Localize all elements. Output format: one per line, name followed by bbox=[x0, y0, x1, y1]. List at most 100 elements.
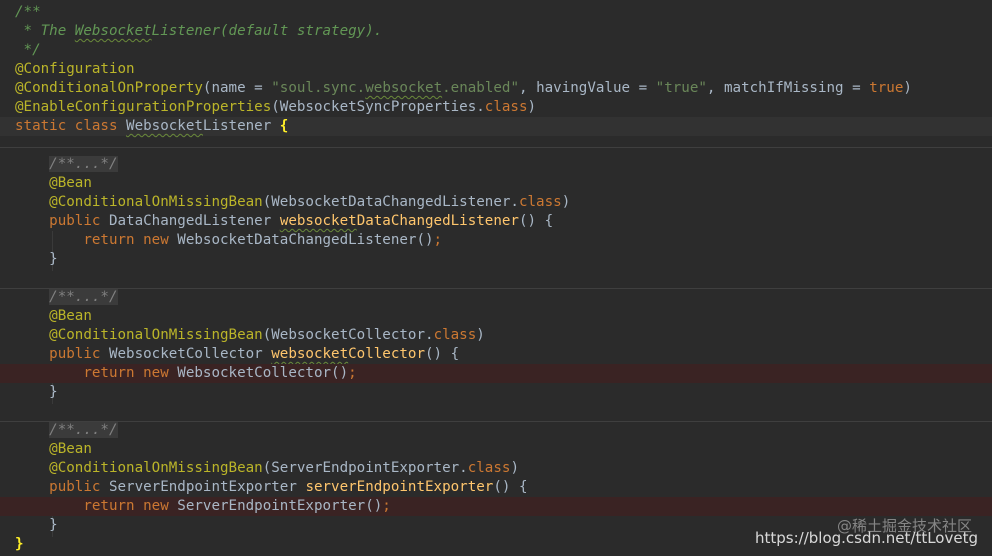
code-line[interactable]: */ bbox=[0, 41, 992, 60]
code-line[interactable]: public ServerEndpointExporter serverEndp… bbox=[0, 478, 992, 497]
code-token: WebsocketDataChangedListener() bbox=[177, 232, 434, 248]
code-token: ; bbox=[433, 232, 443, 248]
code-line[interactable]: return new WebsocketCollector(); bbox=[0, 364, 992, 383]
code-line-text: return new WebsocketCollector(); bbox=[15, 364, 356, 383]
code-line[interactable] bbox=[0, 136, 992, 155]
code-line-text: /**...*/ bbox=[15, 421, 118, 440]
code-line[interactable] bbox=[0, 269, 992, 288]
code-line-text: static class WebsocketListener { bbox=[15, 117, 288, 136]
code-token: true bbox=[869, 80, 904, 96]
code-token: , havingValue = bbox=[518, 80, 656, 96]
code-token: "true" bbox=[655, 80, 707, 96]
code-token: public bbox=[15, 346, 109, 362]
code-token: ServerEndpointExporter bbox=[108, 479, 306, 495]
code-line[interactable]: public WebsocketCollector websocketColle… bbox=[0, 345, 992, 364]
folded-comment[interactable]: /**...*/ bbox=[49, 156, 118, 172]
code-line-text: @ConditionalOnMissingBean(ServerEndpoint… bbox=[15, 459, 519, 478]
code-line[interactable]: /**...*/ bbox=[0, 288, 992, 307]
folded-comment[interactable]: /**...*/ bbox=[49, 289, 118, 305]
code-token: DataChangedListener bbox=[108, 213, 280, 229]
code-token: ; bbox=[382, 498, 391, 514]
code-token: Listener(default strategy). bbox=[151, 23, 383, 39]
code-line[interactable]: public DataChangedListener websocketData… bbox=[0, 212, 992, 231]
code-token: } bbox=[15, 251, 58, 267]
code-token: @ConditionalOnMissingBean bbox=[15, 194, 263, 210]
code-line[interactable]: @Configuration bbox=[0, 60, 992, 79]
code-token: } bbox=[15, 536, 24, 552]
code-token: ) bbox=[903, 80, 912, 96]
watermark-url: https://blog.csdn.net/ttLovetg bbox=[755, 529, 978, 547]
code-token: "soul.sync. bbox=[271, 80, 366, 96]
code-token: @Configuration bbox=[15, 61, 135, 77]
code-line[interactable]: /**...*/ bbox=[0, 155, 992, 174]
code-token: () { bbox=[425, 346, 460, 362]
code-token: websocket bbox=[365, 80, 443, 96]
code-line-text: } bbox=[15, 250, 58, 269]
code-token: @Bean bbox=[15, 441, 92, 457]
code-token: public bbox=[15, 213, 109, 229]
code-line[interactable] bbox=[0, 402, 992, 421]
code-token: DataChangedListener bbox=[356, 213, 519, 229]
code-line[interactable]: static class WebsocketListener { bbox=[0, 117, 992, 136]
code-line[interactable]: @ConditionalOnMissingBean(WebsocketColle… bbox=[0, 326, 992, 345]
code-line[interactable]: return new ServerEndpointExporter(); bbox=[0, 497, 992, 516]
code-token: static class bbox=[15, 118, 127, 134]
code-line[interactable]: @ConditionalOnProperty(name = "soul.sync… bbox=[0, 79, 992, 98]
code-token: class bbox=[484, 99, 528, 115]
code-token: @EnableConfigurationProperties bbox=[15, 99, 272, 115]
code-token: WebsocketCollector() bbox=[177, 365, 349, 381]
code-line[interactable]: } bbox=[0, 383, 992, 402]
code-line[interactable]: @ConditionalOnMissingBean(ServerEndpoint… bbox=[0, 459, 992, 478]
code-line-text: @ConditionalOnProperty(name = "soul.sync… bbox=[15, 79, 912, 98]
code-line-text: /**...*/ bbox=[15, 155, 118, 174]
code-token: Websocket bbox=[74, 23, 152, 39]
folded-comment[interactable]: /**...*/ bbox=[49, 422, 118, 438]
code-token: */ bbox=[15, 42, 41, 58]
code-token: { bbox=[279, 118, 289, 134]
code-line[interactable]: @Bean bbox=[0, 307, 992, 326]
code-line[interactable]: /**...*/ bbox=[0, 421, 992, 440]
code-token: class bbox=[433, 327, 477, 343]
code-token: @Bean bbox=[15, 175, 92, 191]
code-token: () { bbox=[493, 479, 528, 495]
code-line-text: @Bean bbox=[15, 174, 92, 193]
code-token: @ConditionalOnProperty bbox=[15, 80, 203, 96]
code-token: return new bbox=[15, 232, 178, 248]
code-line[interactable]: @Bean bbox=[0, 174, 992, 193]
code-line[interactable]: * The WebsocketListener(default strategy… bbox=[0, 22, 992, 41]
code-line-text: @Bean bbox=[15, 440, 92, 459]
code-token: .enabled" bbox=[442, 80, 519, 96]
code-token: Websocket bbox=[126, 118, 203, 134]
code-line[interactable]: @ConditionalOnMissingBean(WebsocketDataC… bbox=[0, 193, 992, 212]
code-token: Collector bbox=[348, 346, 426, 362]
code-line-text: } bbox=[15, 383, 58, 402]
code-line-text: /**...*/ bbox=[15, 288, 118, 307]
code-line[interactable]: @Bean bbox=[0, 440, 992, 459]
code-token: (WebsocketDataChangedListener. bbox=[262, 194, 519, 210]
code-token: (WebsocketCollector. bbox=[262, 327, 434, 343]
code-token: () { bbox=[518, 213, 554, 229]
code-line-text: public ServerEndpointExporter serverEndp… bbox=[15, 478, 528, 497]
code-token: Listener bbox=[202, 118, 280, 134]
code-line-text: * The WebsocketListener(default strategy… bbox=[15, 22, 383, 41]
code-token: ) bbox=[561, 194, 571, 210]
code-line[interactable]: @EnableConfigurationProperties(Websocket… bbox=[0, 98, 992, 117]
code-token: websocket bbox=[279, 213, 357, 229]
code-token: return new bbox=[15, 498, 178, 514]
code-line-text: public DataChangedListener websocketData… bbox=[15, 212, 553, 231]
code-line[interactable]: /** bbox=[0, 3, 992, 22]
code-editor[interactable]: /** * The WebsocketListener(default stra… bbox=[0, 0, 992, 556]
code-line-text: return new WebsocketDataChangedListener(… bbox=[15, 231, 442, 250]
code-token: ) bbox=[476, 327, 485, 343]
code-line[interactable]: return new WebsocketDataChangedListener(… bbox=[0, 231, 992, 250]
code-token: WebsocketCollector bbox=[108, 346, 272, 362]
code-line[interactable]: } bbox=[0, 250, 992, 269]
code-token: class bbox=[518, 194, 562, 210]
code-token: class bbox=[467, 460, 511, 476]
code-token: (ServerEndpointExporter. bbox=[262, 460, 468, 476]
code-line-text: @ConditionalOnMissingBean(WebsocketDataC… bbox=[15, 193, 570, 212]
code-line-text: @ConditionalOnMissingBean(WebsocketColle… bbox=[15, 326, 485, 345]
code-line-text: return new ServerEndpointExporter(); bbox=[15, 497, 391, 516]
